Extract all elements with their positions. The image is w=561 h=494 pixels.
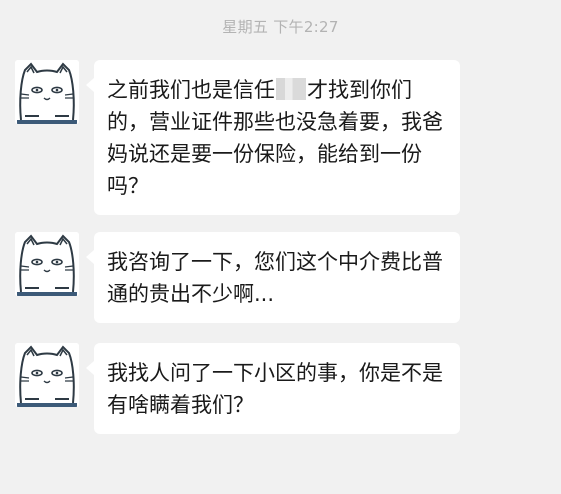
redacted-name <box>276 78 306 100</box>
timestamp: 星期五 下午2:27 <box>222 18 339 36</box>
message-text-line: 我咨询了一下，您们这个中介费比普 <box>107 250 443 274</box>
message-text-line: 之前我们也是信任 才找到你们 <box>107 78 412 102</box>
avatar[interactable] <box>15 343 79 407</box>
message-bubble[interactable]: 我咨询了一下，您们这个中介费比普 通的贵出不少啊... <box>86 232 460 323</box>
message-text-line: 妈说还是要一份保险，能给到一份 <box>107 142 422 166</box>
message-bubble[interactable]: 我找人问了一下小区的事，你是不是 有啥瞒着我们？ <box>86 343 460 434</box>
avatar[interactable] <box>15 60 79 124</box>
avatar[interactable] <box>15 232 79 296</box>
message-text-line: 通的贵出不少啊... <box>107 282 275 306</box>
message-text-line: 我找人问了一下小区的事，你是不是 <box>107 361 443 385</box>
message-text-line: 的，营业证件那些也没急着要，我爸 <box>107 110 443 134</box>
cat-face-avatar-icon <box>15 232 79 296</box>
message-text-line: 吗？ <box>107 174 149 198</box>
cat-face-avatar-icon <box>15 60 79 124</box>
message-bubble[interactable]: 之前我们也是信任 才找到你们 的，营业证件那些也没急着要，我爸 妈说还是要一份保险… <box>86 60 460 215</box>
message-text-line: 有啥瞒着我们？ <box>107 393 254 417</box>
cat-face-avatar-icon <box>15 343 79 407</box>
